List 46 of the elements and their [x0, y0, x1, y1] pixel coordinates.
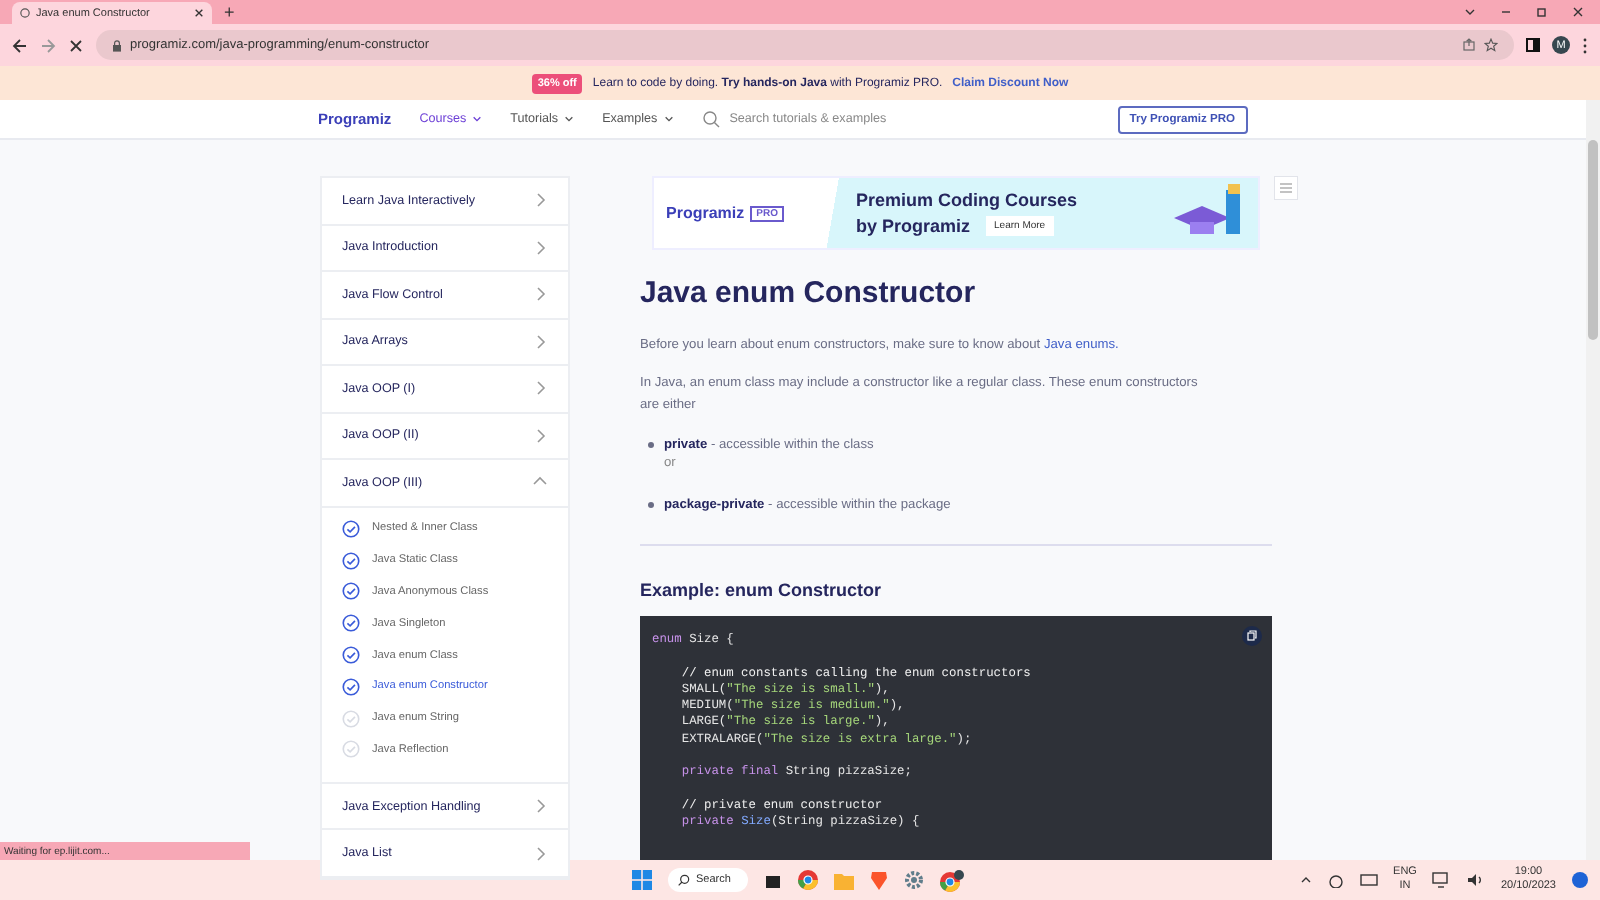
ad-headline: Premium Coding Courses	[856, 190, 1078, 210]
new-tab-button[interactable]: +	[220, 2, 239, 24]
chevron-right-icon	[532, 192, 548, 209]
close-icon[interactable]	[1572, 6, 1584, 18]
side-panel-icon[interactable]	[1526, 38, 1540, 52]
share-icon[interactable]	[1462, 38, 1476, 52]
speaker-icon[interactable]	[1466, 872, 1485, 888]
stop-icon[interactable]	[68, 37, 84, 53]
chevron-down-icon[interactable]	[1464, 6, 1476, 18]
globe-icon	[20, 8, 30, 18]
bullet-icon	[648, 441, 654, 447]
notification-icon[interactable]	[1572, 872, 1588, 888]
task-view-icon[interactable]	[764, 871, 782, 889]
search-icon	[701, 110, 720, 128]
ad-logo: Programiz	[666, 204, 745, 222]
scrollbar[interactable]	[1586, 100, 1600, 860]
chevron-right-icon	[532, 427, 548, 444]
restore-icon[interactable]	[1536, 6, 1548, 18]
chevron-right-icon	[532, 239, 548, 256]
chevron-right-icon	[532, 333, 548, 350]
chevron-right-icon	[532, 845, 548, 862]
lock-icon	[112, 39, 122, 51]
example-title: Example: enum Constructor	[640, 580, 884, 600]
star-icon[interactable]	[1484, 38, 1498, 52]
ad-subline: by Programiz	[856, 216, 971, 236]
chevron-right-icon	[532, 798, 548, 815]
chevron-down-icon	[663, 114, 674, 124]
chevron-right-icon	[532, 380, 548, 397]
close-icon[interactable]	[194, 8, 204, 18]
chevron-down-icon	[564, 114, 575, 124]
chevron-up-icon[interactable]	[1299, 874, 1312, 886]
keyboard-icon[interactable]	[1359, 874, 1378, 886]
bullet-icon	[648, 501, 654, 507]
shield-icon[interactable]	[870, 870, 888, 890]
chevron-right-icon	[532, 286, 548, 303]
copy-icon[interactable]	[1242, 626, 1262, 646]
gear-icon[interactable]	[904, 870, 924, 890]
browser-icon[interactable]	[940, 869, 964, 891]
back-icon[interactable]	[12, 37, 28, 53]
chevron-down-icon	[472, 114, 483, 124]
article-title: Java enum Constructor	[640, 276, 978, 310]
browser-icon[interactable]	[798, 870, 818, 890]
minimize-icon[interactable]	[1500, 6, 1512, 18]
network-icon[interactable]	[1432, 872, 1451, 888]
search-icon	[678, 874, 690, 886]
menu-icon[interactable]	[1582, 37, 1588, 53]
